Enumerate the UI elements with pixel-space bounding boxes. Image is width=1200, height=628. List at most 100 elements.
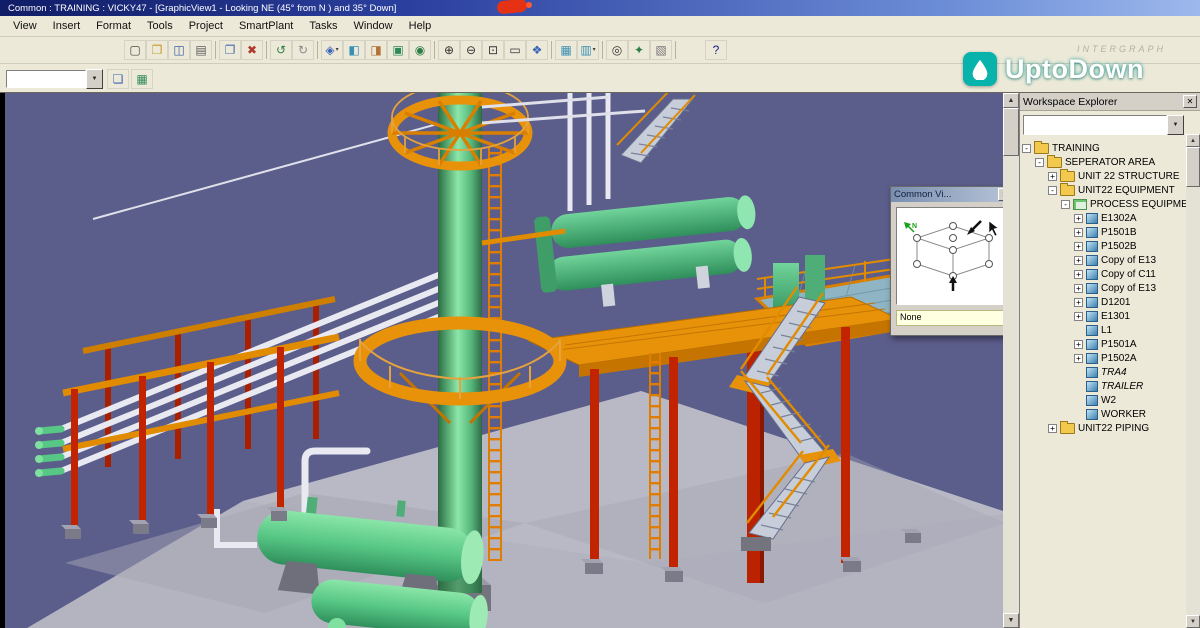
menu-tools[interactable]: Tools — [140, 18, 180, 34]
scrollbar-thumb[interactable] — [1003, 108, 1019, 156]
tree-item[interactable]: + Copy of C11 — [1020, 267, 1186, 281]
tree-item-label: UNIT 22 STRUCTURE — [1078, 171, 1180, 182]
scroll-down-icon[interactable]: ▼ — [1003, 613, 1019, 628]
print-button[interactable]: ▤ — [190, 40, 212, 60]
tree-expander[interactable]: + — [1074, 256, 1083, 265]
menu-insert[interactable]: Insert — [46, 18, 88, 34]
scrollbar-track[interactable] — [1003, 156, 1019, 613]
delete-button[interactable]: ✖ — [241, 40, 263, 60]
menu-format[interactable]: Format — [89, 18, 138, 34]
common-views-close-button[interactable]: ✕ — [998, 188, 1003, 201]
zoom-area-button[interactable]: ⊡ — [482, 40, 504, 60]
menu-help[interactable]: Help — [402, 18, 439, 34]
tree-vertical-scrollbar[interactable]: ▲ ▼ — [1186, 134, 1200, 628]
named-views-button[interactable]: ◨ — [365, 40, 387, 60]
tree-item-icon — [1086, 367, 1098, 378]
tree-item[interactable]: L1 — [1020, 323, 1186, 337]
scroll-down-icon[interactable]: ▼ — [1186, 615, 1200, 628]
tree-expander[interactable]: + — [1074, 242, 1083, 251]
zoom-out-button[interactable]: ⊖ — [460, 40, 482, 60]
tree-expander[interactable]: - — [1061, 200, 1070, 209]
redo-button[interactable]: ↻ — [292, 40, 314, 60]
scrollbar-thumb[interactable] — [1186, 147, 1200, 187]
format-view-button[interactable]: ▥▾ — [577, 40, 599, 60]
tree-item[interactable]: WORKER — [1020, 407, 1186, 421]
render-mode-button[interactable]: ▣ — [387, 40, 409, 60]
tree-item[interactable]: W2 — [1020, 393, 1186, 407]
tree-item[interactable]: - SEPERATOR AREA — [1020, 155, 1186, 169]
tree-expander[interactable]: + — [1048, 424, 1057, 433]
viewport-vertical-scrollbar[interactable]: ▲ ▼ — [1003, 93, 1019, 628]
help-button[interactable]: ? — [705, 40, 727, 60]
scrollbar-track[interactable] — [1186, 187, 1200, 615]
tree-expander[interactable]: + — [1074, 270, 1083, 279]
tree-expander[interactable]: + — [1074, 312, 1083, 321]
open-button[interactable]: ❒ — [146, 40, 168, 60]
fit-view-button[interactable]: ▭ — [504, 40, 526, 60]
tree-expander[interactable]: + — [1074, 284, 1083, 293]
clip-volume-button[interactable]: ▧ — [650, 40, 672, 60]
menu-view[interactable]: View — [6, 18, 44, 34]
save-button[interactable]: ◫ — [168, 40, 190, 60]
menu-smartplant[interactable]: SmartPlant — [232, 18, 300, 34]
new-document-button[interactable]: ▢ — [124, 40, 146, 60]
tree-expander[interactable]: + — [1074, 340, 1083, 349]
tree-item[interactable]: + P1502B — [1020, 239, 1186, 253]
common-views-title-bar[interactable]: Common Vi... ✕ — [891, 187, 1003, 202]
tree-item[interactable]: TRA4 — [1020, 365, 1186, 379]
tree-item[interactable]: + Copy of E13 — [1020, 281, 1186, 295]
window-area-button[interactable]: ▦ — [555, 40, 577, 60]
tree-expander[interactable]: + — [1074, 354, 1083, 363]
pan-button[interactable]: ❖ — [526, 40, 548, 60]
title-bar[interactable]: Common : TRAINING : VICKY47 - [GraphicVi… — [0, 0, 1200, 16]
workspace-explorer-close-button[interactable]: ✕ — [1183, 95, 1197, 108]
zoom-in-button[interactable]: ⊕ — [438, 40, 460, 60]
tree-item[interactable]: - PROCESS EQUIPMENT — [1020, 197, 1186, 211]
tree-expander[interactable]: - — [1048, 186, 1057, 195]
tree-expander[interactable]: + — [1048, 172, 1057, 181]
tree-item[interactable]: + P1501A — [1020, 337, 1186, 351]
tree-item-icon — [1086, 353, 1098, 364]
workspace-filter-input[interactable] — [1023, 115, 1167, 135]
workspace-combo-arrow-icon[interactable]: ▼ — [1167, 115, 1184, 135]
menu-window[interactable]: Window — [347, 18, 400, 34]
tree-item[interactable]: + UNIT22 PIPING — [1020, 421, 1186, 435]
style-combo-input[interactable] — [6, 70, 86, 88]
scroll-up-icon[interactable]: ▲ — [1186, 134, 1200, 147]
graphic-view-canvas[interactable]: Common Vi... ✕ — [5, 93, 1003, 628]
combo-arrow-icon[interactable]: ▼ — [86, 69, 103, 89]
tree-item[interactable]: + UNIT 22 STRUCTURE — [1020, 169, 1186, 183]
workspace-filter-combo[interactable]: ▼ — [1020, 111, 1200, 139]
tree-item[interactable]: + D1201 — [1020, 295, 1186, 309]
refresh-view-button[interactable]: ◉ — [409, 40, 431, 60]
style-combo[interactable]: ▼ — [6, 70, 103, 88]
common-views-dialog[interactable]: Common Vi... ✕ — [890, 186, 1003, 336]
common-views-button[interactable]: ◧ — [343, 40, 365, 60]
tree-item[interactable]: + P1502A — [1020, 351, 1186, 365]
workspace-explorer-button[interactable]: ❏ — [107, 69, 129, 89]
common-views-cube[interactable]: N — [896, 207, 1003, 305]
tree-expander[interactable]: + — [1074, 214, 1083, 223]
locate-filter-button[interactable]: ◎ — [606, 40, 628, 60]
tree-expander[interactable]: - — [1022, 144, 1031, 153]
copy-button[interactable]: ❐ — [219, 40, 241, 60]
tree-expander[interactable]: + — [1074, 228, 1083, 237]
tree-item[interactable]: + E1301 — [1020, 309, 1186, 323]
tree-item[interactable]: TRAILER — [1020, 379, 1186, 393]
view-orientation-button[interactable]: ◈▾ — [321, 40, 343, 60]
menu-tasks[interactable]: Tasks — [302, 18, 344, 34]
tree-expander[interactable]: + — [1074, 298, 1083, 307]
tree-item[interactable]: + P1501B — [1020, 225, 1186, 239]
tree-expander[interactable]: - — [1035, 158, 1044, 167]
tree-item-label: TRAINING — [1052, 143, 1100, 154]
tree-item[interactable]: + Copy of E13 — [1020, 253, 1186, 267]
menu-project[interactable]: Project — [182, 18, 230, 34]
tree-item[interactable]: - UNIT22 EQUIPMENT — [1020, 183, 1186, 197]
filter-button[interactable]: ▦ — [131, 69, 153, 89]
undo-button[interactable]: ↺ — [270, 40, 292, 60]
tree-item[interactable]: + E1302A — [1020, 211, 1186, 225]
measure-button[interactable]: ✦ — [628, 40, 650, 60]
scroll-up-icon[interactable]: ▲ — [1003, 93, 1019, 108]
tree-item[interactable]: - TRAINING — [1020, 141, 1186, 155]
workspace-explorer-header[interactable]: Workspace Explorer ✕ — [1020, 93, 1200, 111]
